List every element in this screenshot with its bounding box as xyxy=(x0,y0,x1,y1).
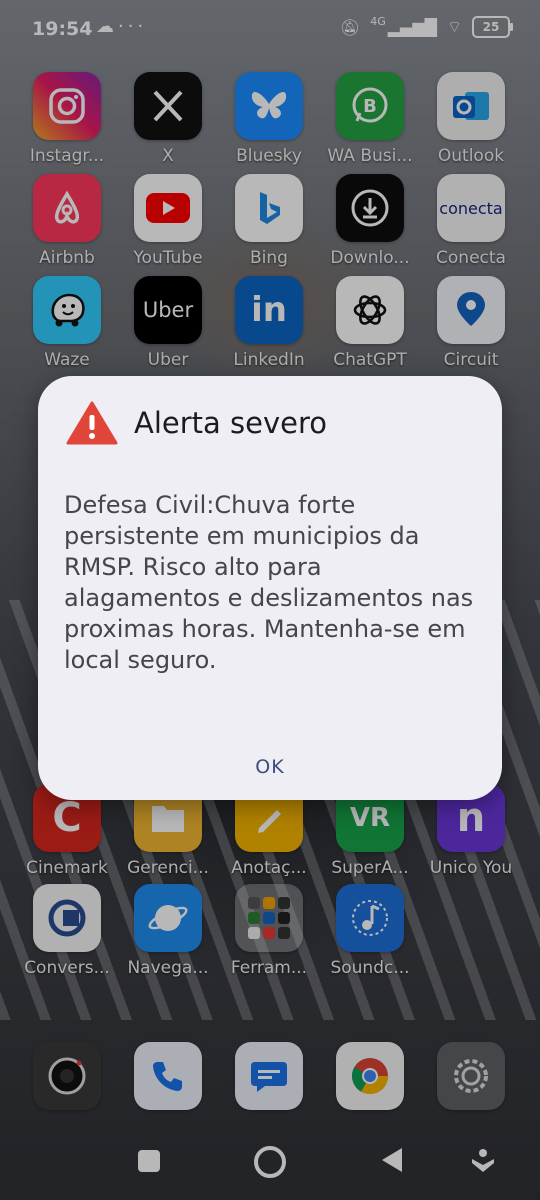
severe-alert-dialog: Alerta severo Defesa Civil:Chuva forte p… xyxy=(38,376,502,800)
ok-button[interactable]: OK xyxy=(238,752,302,782)
dialog-message: Defesa Civil:Chuva forte persistente em … xyxy=(64,491,474,674)
dialog-title: Alerta severo xyxy=(134,406,328,440)
dialog-header: Alerta severo xyxy=(66,400,327,446)
warning-icon xyxy=(66,401,118,445)
